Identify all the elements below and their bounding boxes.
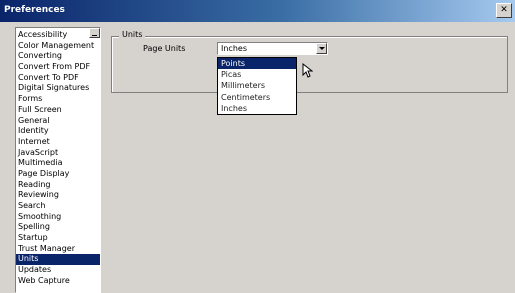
category-item[interactable]: Reading	[16, 180, 100, 191]
category-item[interactable]: JavaScript	[16, 148, 100, 159]
category-item[interactable]: Multimedia	[16, 158, 100, 169]
category-item[interactable]: Reviewing	[16, 190, 100, 201]
category-item[interactable]: Search	[16, 201, 100, 212]
category-item[interactable]: Trust Manager	[16, 244, 100, 255]
close-icon: ✕	[500, 5, 508, 15]
page-units-label: Page Units	[143, 44, 186, 53]
dropdown-option[interactable]: Points	[218, 58, 296, 70]
category-item[interactable]: Accessibility	[16, 30, 100, 41]
category-item[interactable]: Web Capture	[16, 276, 100, 287]
category-item[interactable]: Color Management	[16, 41, 100, 52]
mouse-cursor-icon	[302, 63, 313, 78]
dropdown-option[interactable]: Millimeters	[218, 80, 296, 91]
category-item[interactable]: Converting	[16, 51, 100, 62]
category-item[interactable]: Startup	[16, 233, 100, 244]
window-title: Preferences	[4, 5, 65, 15]
category-item[interactable]: Page Display	[16, 169, 100, 180]
category-item[interactable]: General	[16, 116, 100, 127]
dropdown-option[interactable]: Picas	[218, 69, 296, 80]
category-list[interactable]: Accessibility Color Management Converting C…	[15, 27, 101, 293]
scroll-up-button[interactable]	[89, 28, 100, 38]
category-item[interactable]: Convert To PDF	[16, 73, 100, 84]
category-item[interactable]: Convert From PDF	[16, 62, 100, 73]
category-item[interactable]: Smoothing	[16, 212, 100, 223]
category-item[interactable]: Spelling	[16, 222, 100, 233]
category-item[interactable]: Full Screen	[16, 105, 100, 116]
category-item[interactable]: Internet	[16, 137, 100, 148]
page-units-value: Inches	[221, 44, 247, 53]
dropdown-arrow-button[interactable]	[316, 43, 327, 54]
dropdown-option[interactable]: Centimeters	[218, 92, 296, 103]
category-item[interactable]: Identity	[16, 126, 100, 137]
title-bar: Preferences ✕	[0, 0, 515, 22]
close-button[interactable]: ✕	[496, 3, 512, 18]
category-item[interactable]: Updates	[16, 265, 100, 276]
units-group-title: Units	[119, 29, 146, 41]
category-item[interactable]: Forms	[16, 94, 100, 105]
category-item[interactable]: Units	[16, 254, 100, 266]
category-item[interactable]: Digital Signatures	[16, 83, 100, 94]
dropdown-option[interactable]: Inches	[218, 103, 296, 114]
page-units-dropdown[interactable]: Points Picas Millimeters Centimeters Inches	[217, 57, 297, 115]
page-units-select[interactable]: Inches	[217, 42, 328, 55]
